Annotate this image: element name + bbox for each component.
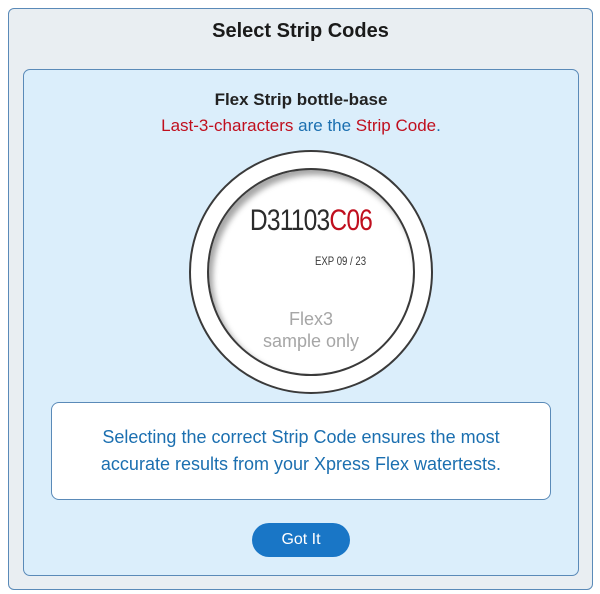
info-note-text: Selecting the correct Strip Code ensures… [100,427,502,474]
lot-prefix: D31103 [249,204,330,237]
subtitle-are-the: are the [293,116,356,135]
sample-line-2: sample only [262,331,360,351]
panel-heading: Flex Strip bottle-base [214,90,388,109]
got-it-button[interactable]: Got It [252,523,350,557]
subtitle-last-3-characters: Last-3-characters [161,116,294,135]
info-panel: Flex Strip bottle-base Last-3-characters… [23,69,579,576]
expiry-date: EXP 09 / 23 [315,254,367,268]
bottle-base-inner-ring: D31103C06 EXP 09 / 23 Flex3 sample only [207,168,415,376]
panel-subtitle: Last-3-characters are the Strip Code. [24,116,578,136]
bottle-base-illustration: D31103C06 EXP 09 / 23 Flex3 sample only [189,150,433,394]
subtitle-strip-code: Strip Code [355,116,437,135]
dialog-title: Select Strip Codes [212,20,389,42]
sample-line-1: Flex3 [288,309,333,329]
lot-number: D31103C06 [227,204,394,238]
info-note: Selecting the correct Strip Code ensures… [51,402,551,500]
sample-watermark: Flex3 sample only [209,308,413,352]
subtitle-period: . [436,116,441,135]
strip-code-dialog: Select Strip Codes Flex Strip bottle-bas… [8,8,593,590]
strip-code-highlight: C06 [329,204,373,237]
